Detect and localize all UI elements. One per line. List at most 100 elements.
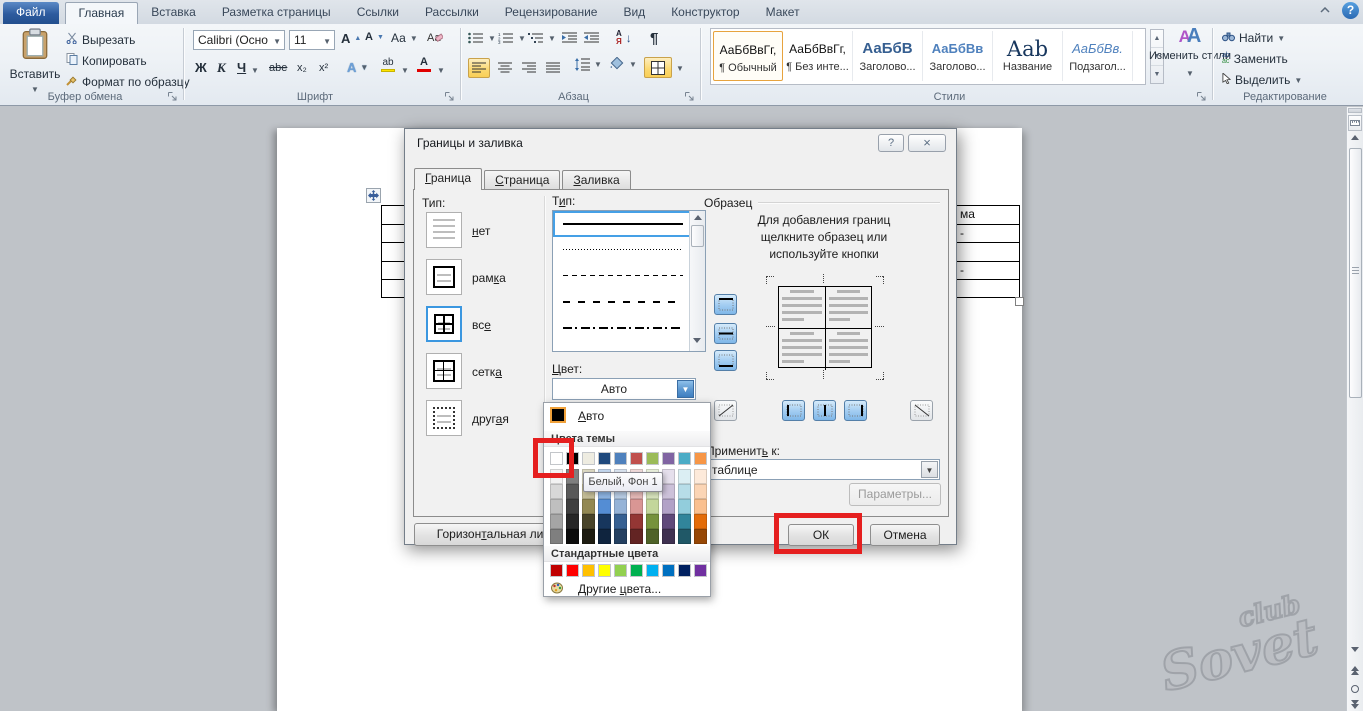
dialog-launcher-icon[interactable]	[444, 91, 455, 102]
theme-color-swatch[interactable]	[662, 452, 675, 465]
color-dropdown-button[interactable]: ▼	[677, 380, 694, 398]
bullets-button[interactable]: ▼	[468, 32, 496, 44]
scrollbar-thumb[interactable]	[1349, 148, 1362, 398]
font-name-combo[interactable]: Calibri (Осно▼	[193, 30, 285, 50]
ribbon-tab-Конструктор[interactable]: Конструктор	[658, 2, 752, 24]
theme-color-swatch[interactable]	[582, 452, 595, 465]
standard-color-swatch[interactable]	[662, 564, 675, 577]
theme-color-swatch[interactable]	[598, 452, 611, 465]
theme-color-swatch[interactable]	[694, 452, 707, 465]
theme-variant-swatch[interactable]	[630, 514, 643, 529]
theme-variant-swatch[interactable]	[678, 529, 691, 544]
theme-variant-swatch[interactable]	[694, 484, 707, 499]
theme-variant-swatch[interactable]	[550, 484, 563, 499]
theme-variant-swatch[interactable]	[550, 529, 563, 544]
superscript-button[interactable]: х²	[319, 62, 328, 74]
apply-dropdown-button[interactable]: ▼	[921, 461, 938, 478]
border-type-icon[interactable]	[426, 400, 462, 436]
inside-horizontal-border-button[interactable]	[714, 323, 737, 344]
theme-variant-swatch[interactable]	[566, 529, 579, 544]
scroll-down-arrow[interactable]	[1348, 646, 1362, 653]
theme-variant-swatch[interactable]	[662, 469, 675, 484]
next-page-button[interactable]	[1348, 699, 1362, 710]
paste-button[interactable]: Вставить ▼	[10, 28, 60, 94]
standard-color-swatch[interactable]	[678, 564, 691, 577]
theme-variant-swatch[interactable]	[694, 469, 707, 484]
previous-page-button[interactable]	[1348, 665, 1362, 676]
theme-variant-swatch[interactable]	[550, 514, 563, 529]
line-style-item[interactable]	[553, 237, 705, 263]
dialog-close-button[interactable]: ×	[908, 134, 946, 152]
theme-variant-swatch[interactable]	[662, 514, 675, 529]
decrease-indent-button[interactable]	[562, 32, 577, 44]
show-marks-button[interactable]: ¶	[650, 30, 658, 47]
border-preview[interactable]	[778, 286, 872, 368]
theme-variant-swatch[interactable]	[678, 484, 691, 499]
cut-button[interactable]: Вырезать	[66, 32, 135, 47]
change-case-button[interactable]: Аа▼	[391, 31, 418, 45]
table-cell[interactable]	[957, 279, 1019, 297]
ribbon-tab-Разметка страницы[interactable]: Разметка страницы	[209, 2, 344, 24]
ribbon-tab-Вид[interactable]: Вид	[610, 2, 658, 24]
align-center-button[interactable]	[494, 58, 516, 78]
style-item[interactable]: АаБбВвЗаголово...	[923, 31, 993, 81]
gallery-scroll-up[interactable]: ▲	[1151, 30, 1163, 48]
dialog-launcher-icon[interactable]	[1196, 91, 1207, 102]
ribbon-tab-Рецензирование[interactable]: Рецензирование	[492, 2, 611, 24]
border-type-label[interactable]: рамка	[472, 271, 506, 285]
theme-variant-swatch[interactable]	[662, 529, 675, 544]
list-scroll-thumb[interactable]	[691, 225, 704, 247]
theme-color-swatch[interactable]	[614, 452, 627, 465]
ribbon-tab-Рассылки[interactable]: Рассылки	[412, 2, 492, 24]
list-scroll-up[interactable]	[694, 215, 702, 220]
theme-color-swatch[interactable]	[646, 452, 659, 465]
standard-color-swatch[interactable]	[566, 564, 579, 577]
clear-formatting-button[interactable]: Аа	[427, 30, 443, 44]
theme-variant-swatch[interactable]	[646, 529, 659, 544]
theme-color-swatch[interactable]	[678, 452, 691, 465]
border-type-label[interactable]: сетка	[472, 365, 502, 379]
table-column-right[interactable]: ма--	[956, 206, 1019, 297]
standard-color-swatch[interactable]	[694, 564, 707, 577]
format-painter-button[interactable]: Формат по образцу	[66, 74, 190, 89]
border-type-icon[interactable]	[426, 306, 462, 342]
style-item[interactable]: АаБбВвГг,¶ Обычный	[713, 31, 783, 81]
theme-variant-swatch[interactable]	[694, 514, 707, 529]
line-spacing-button[interactable]: ▼	[574, 58, 602, 71]
find-button[interactable]: Найти▼	[1222, 31, 1285, 45]
theme-variant-swatch[interactable]	[646, 514, 659, 529]
standard-color-swatch[interactable]	[646, 564, 659, 577]
numbering-button[interactable]: 123▼	[498, 32, 526, 44]
ruler-toggle-button[interactable]	[1348, 115, 1362, 131]
line-style-item[interactable]	[553, 263, 705, 289]
multilevel-list-button[interactable]: ▼	[528, 32, 556, 44]
theme-variant-swatch[interactable]	[678, 514, 691, 529]
sort-button[interactable]: АЯ↓	[616, 30, 632, 46]
table-cell[interactable]: -	[957, 224, 1019, 242]
ribbon-tab-Макет[interactable]: Макет	[753, 2, 813, 24]
style-item[interactable]: AabНазвание	[993, 31, 1063, 81]
chevron-down-icon[interactable]: ▼	[437, 66, 445, 75]
minimize-ribbon-icon[interactable]	[1319, 6, 1331, 14]
ribbon-tab-Файл[interactable]: Файл	[3, 2, 59, 24]
table-cell[interactable]	[957, 242, 1019, 260]
line-style-item[interactable]	[553, 211, 705, 237]
listbox-scrollbar[interactable]	[689, 211, 705, 351]
theme-variant-swatch[interactable]	[630, 529, 643, 544]
theme-variant-swatch[interactable]	[694, 529, 707, 544]
highlight-color-button[interactable]: ab	[381, 58, 395, 72]
chevron-down-icon[interactable]: ▼	[251, 66, 259, 75]
standard-color-swatch[interactable]	[550, 564, 563, 577]
align-left-button[interactable]	[468, 58, 490, 78]
border-type-icon[interactable]	[426, 259, 462, 295]
bold-button[interactable]: Ж	[195, 60, 207, 75]
theme-variant-swatch[interactable]	[630, 499, 643, 514]
border-type-label[interactable]: другая	[472, 412, 509, 426]
style-item[interactable]: АаБбВЗаголово...	[853, 31, 923, 81]
increase-indent-button[interactable]	[584, 32, 599, 44]
right-border-button[interactable]	[844, 400, 867, 421]
more-colors-item[interactable]: Другие цвета...	[544, 580, 710, 598]
theme-variant-swatch[interactable]	[694, 499, 707, 514]
dialog-help-button[interactable]: ?	[878, 134, 904, 152]
shading-button[interactable]: ▼	[608, 57, 637, 72]
